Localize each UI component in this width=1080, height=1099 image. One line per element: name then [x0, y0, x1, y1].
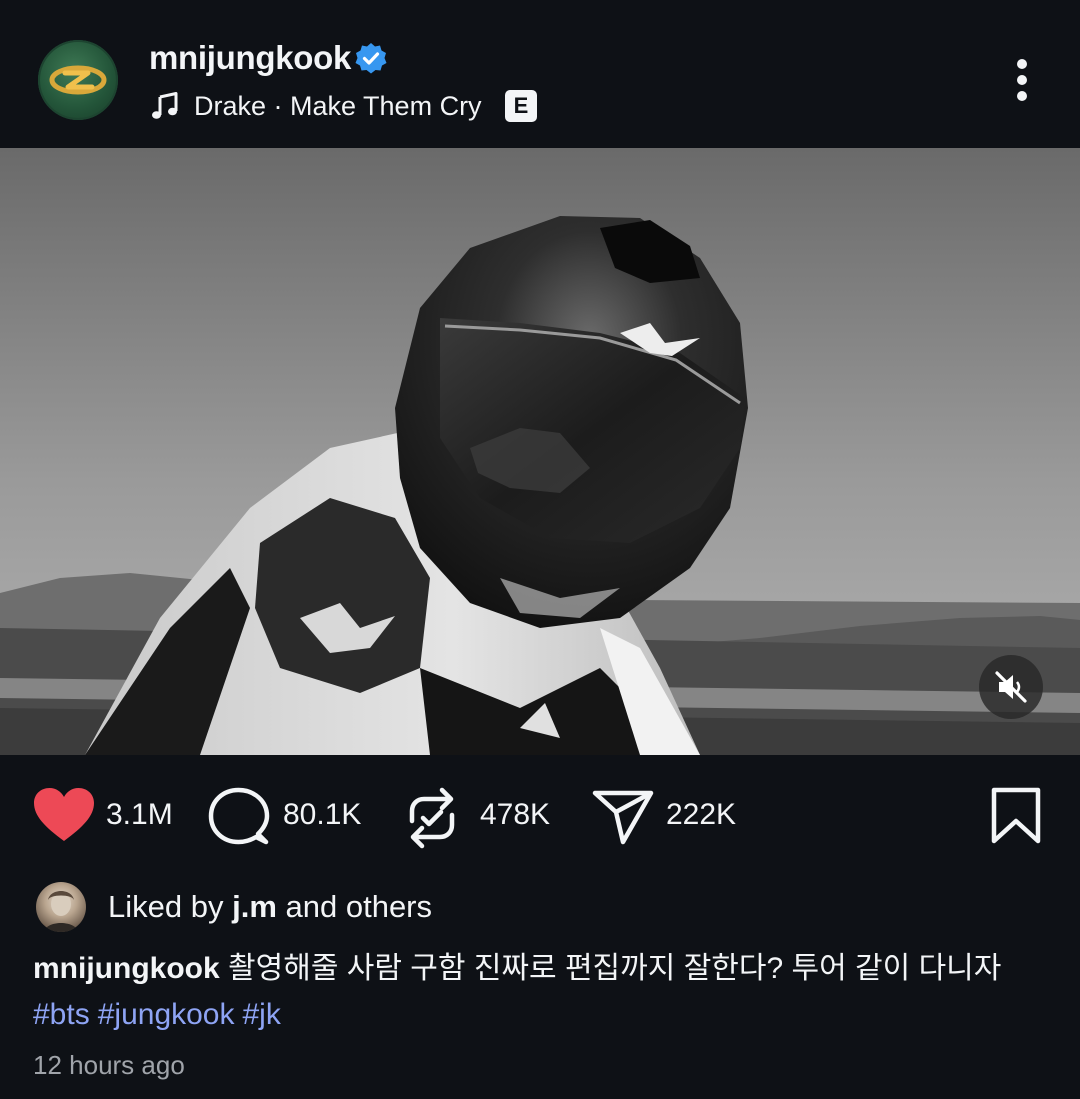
bookmark-icon[interactable] [990, 787, 1042, 845]
more-icon-dot [1017, 91, 1027, 101]
caption-text: 촬영해줄 사람 구함 진짜로 편집까지 잘한다? 투어 같이 다니자 [228, 952, 1002, 985]
post-timestamp: 12 hours ago [33, 1050, 185, 1080]
liked-by-user[interactable]: j.m [232, 889, 277, 924]
repost-count: 478K [480, 798, 551, 831]
profile-avatar[interactable] [38, 40, 118, 120]
liked-by-text: Liked by j.m and others [108, 887, 432, 927]
like-action[interactable]: 3.1M [33, 783, 183, 847]
explicit-badge: E [505, 90, 537, 122]
mute-toggle-button[interactable] [979, 655, 1043, 719]
hashtag-link[interactable]: #jk [243, 998, 281, 1031]
heart-icon[interactable] [33, 787, 95, 843]
more-icon-dot [1017, 75, 1027, 85]
share-count: 222K [666, 798, 737, 831]
post-header: mnijungkook Drake · Make Them Cry E [0, 0, 1080, 148]
share-icon[interactable] [592, 787, 654, 845]
muted-speaker-icon [995, 671, 1027, 703]
music-track-label: Drake · Make Them Cry [194, 91, 482, 121]
save-action[interactable] [990, 783, 1042, 847]
like-count: 3.1M [106, 798, 173, 831]
hashtag-link[interactable]: #jungkook [98, 998, 235, 1031]
video-frame [0, 148, 1080, 755]
share-action[interactable]: 222K [592, 783, 752, 847]
liked-by-avatar-photo [44, 891, 78, 932]
post-caption: mnijungkook 촬영해줄 사람 구함 진짜로 편집까지 잘한다? 투어 … [33, 946, 1053, 1038]
repost-action[interactable]: 478K [406, 783, 566, 849]
avatar-logo-icon [49, 65, 107, 95]
action-bar: 3.1M 80.1K 478K 222K [0, 755, 1080, 880]
comment-icon[interactable] [208, 787, 270, 847]
username[interactable]: mnijungkook [149, 38, 351, 78]
more-options-button[interactable] [1004, 56, 1040, 104]
more-icon [1017, 59, 1027, 69]
hashtag-link[interactable]: #bts [33, 998, 90, 1031]
comment-action[interactable]: 80.1K [208, 783, 378, 847]
liked-by-suffix[interactable]: and others [286, 889, 433, 924]
liked-by-avatar [36, 882, 86, 932]
post-video[interactable] [0, 148, 1080, 755]
comment-count: 80.1K [283, 798, 362, 831]
liked-by-prefix: Liked by [108, 889, 224, 924]
verified-badge-icon [355, 43, 387, 74]
repost-icon[interactable] [406, 787, 458, 849]
music-note-icon [152, 92, 178, 119]
liked-by-row[interactable]: Liked by j.m and others [36, 881, 936, 933]
caption-author[interactable]: mnijungkook [33, 952, 220, 985]
